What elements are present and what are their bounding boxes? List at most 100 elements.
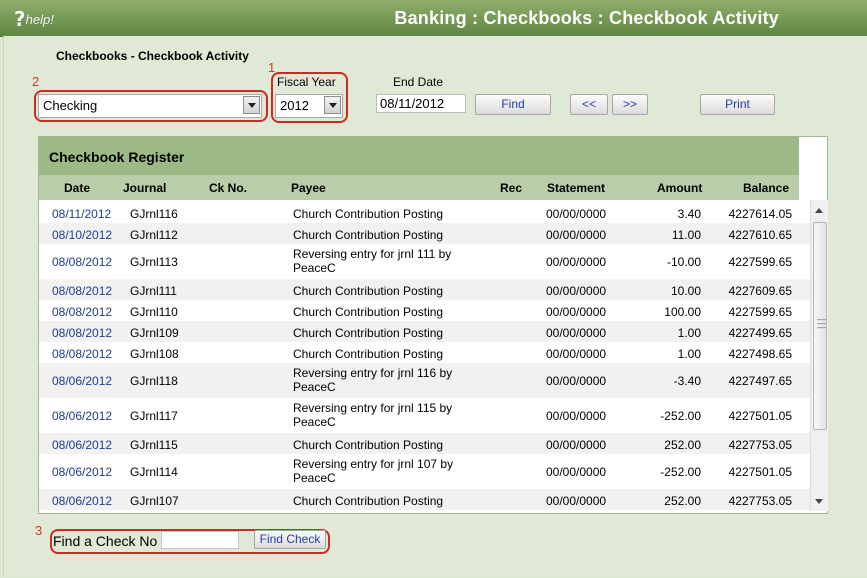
cell-payee: Church Contribution Posting (293, 326, 483, 340)
table-row[interactable]: 08/11/2012 GJrnl116 Church Contribution Po… (39, 202, 810, 223)
cell-balance: 4227501.05 (728, 409, 792, 423)
cell-date[interactable]: 08/06/2012 (52, 494, 112, 508)
cell-payee: Reversing entry for jrnl 111 by PeaceC (293, 247, 483, 275)
chevron-down-icon (248, 103, 256, 108)
cell-journal: GJrnl117 (130, 409, 178, 423)
checkbook-select[interactable]: Checking (38, 94, 262, 118)
table-row[interactable]: 08/08/2012 GJrnl111 Church Contribution Po… (39, 279, 810, 300)
column-balance[interactable]: Balance (743, 181, 789, 195)
cell-amount: 10.00 (670, 284, 701, 298)
scroll-thumb[interactable]: — — — (813, 222, 827, 430)
cell-statement: 00/00/0000 (546, 494, 607, 508)
cell-date[interactable]: 08/08/2012 (52, 255, 112, 269)
payee-line: Church Contribution Posting (293, 494, 444, 508)
cell-date[interactable]: 08/06/2012 (52, 374, 112, 388)
table-row[interactable]: 08/06/2012 GJrnl115 Church Contribution Po… (39, 433, 810, 454)
cell-balance: 4227610.65 (728, 228, 792, 242)
cell-journal: GJrnl114 (130, 465, 178, 479)
cell-balance: 4227609.65 (728, 284, 792, 298)
cell-journal: GJrnl112 (130, 228, 178, 242)
scroll-down-icon[interactable] (815, 499, 823, 504)
table-row[interactable]: 08/06/2012 GJrnl114 Reversing entry for jr… (39, 454, 810, 489)
cell-amount: 1.00 (677, 326, 701, 340)
table-row[interactable]: 08/06/2012 GJrnl107 Church Contribution Po… (39, 489, 810, 510)
cell-statement: 00/00/0000 (546, 465, 607, 479)
cell-balance: 4227497.65 (728, 374, 792, 388)
end-date-input[interactable]: 08/11/2012 (376, 94, 466, 113)
fiscal-year-label: Fiscal Year (277, 75, 336, 89)
table-row[interactable]: 08/08/2012 GJrnl110 Church Contribution Po… (39, 300, 810, 321)
scroll-up-icon[interactable] (815, 208, 823, 213)
payee-line: Church Contribution Posting (293, 228, 444, 242)
next-year-button[interactable]: >> (612, 94, 648, 115)
cell-date[interactable]: 08/08/2012 (52, 347, 112, 361)
cell-payee: Church Contribution Posting (293, 494, 483, 508)
cell-amount: -10.00 (666, 255, 701, 269)
cell-journal: GJrnl115 (130, 438, 178, 452)
cell-journal: GJrnl111 (130, 284, 177, 298)
cell-journal: GJrnl118 (130, 374, 178, 388)
payee-line: Reversing entry for jrnl 107 by (293, 457, 454, 471)
column-payee[interactable]: Payee (291, 181, 326, 195)
cell-payee: Reversing entry for jrnl 116 by PeaceC (293, 366, 483, 394)
cell-date[interactable]: 08/11/2012 (52, 207, 111, 221)
fiscal-year-dropdown-button[interactable] (324, 96, 341, 114)
cell-journal: GJrnl108 (130, 347, 179, 361)
register-scrollbar[interactable]: — — — (810, 200, 828, 511)
column-amount[interactable]: Amount (657, 181, 702, 195)
cell-journal: GJrnl116 (130, 207, 178, 221)
table-row[interactable]: 08/08/2012 GJrnl113 Reversing entry for jr… (39, 244, 810, 279)
cell-amount: 1.00 (677, 347, 701, 361)
payee-line: Church Contribution Posting (293, 347, 444, 361)
help-link[interactable]: ?help! (14, 7, 54, 31)
fiscal-year-value: 2012 (280, 98, 309, 113)
annotation-number-3: 3 (35, 523, 43, 538)
cell-journal: GJrnl107 (130, 494, 179, 508)
column-date[interactable]: Date (64, 181, 90, 195)
table-row[interactable]: 08/08/2012 GJrnl108 Church Contribution Po… (39, 342, 810, 363)
table-row[interactable]: 08/06/2012 GJrnl117 Reversing entry for jr… (39, 398, 810, 433)
column-rec[interactable]: Rec (500, 181, 522, 195)
find-button[interactable]: Find (475, 94, 551, 115)
help-label: help! (25, 12, 54, 27)
cell-date[interactable]: 08/06/2012 (52, 409, 112, 423)
column-journal[interactable]: Journal (123, 181, 166, 195)
cell-payee: Reversing entry for jrnl 115 by PeaceC (293, 401, 483, 429)
previous-year-button[interactable]: << (570, 94, 608, 115)
column-statement[interactable]: Statement (547, 181, 605, 195)
column-check-no[interactable]: Ck No. (209, 181, 247, 195)
cell-balance: 4227599.65 (728, 305, 792, 319)
cell-amount: -252.00 (660, 465, 701, 479)
checkbook-dropdown-button[interactable] (243, 96, 260, 114)
cell-payee: Reversing entry for jrnl 107 by PeaceC (293, 457, 483, 485)
cell-payee: Church Contribution Posting (293, 347, 483, 361)
checkbook-register: Checkbook Register Date Journal Ck No. P… (38, 136, 828, 514)
cell-journal: GJrnl113 (130, 255, 178, 269)
cell-amount: 100.00 (664, 305, 701, 319)
cell-statement: 00/00/0000 (546, 228, 607, 242)
cell-balance: 4227614.05 (728, 207, 792, 221)
table-row[interactable]: 08/10/2012 GJrnl112 Church Contribution Po… (39, 223, 810, 244)
register-title: Checkbook Register (49, 149, 185, 165)
help-icon: ? (14, 7, 26, 31)
find-check-button[interactable]: Find Check (254, 530, 326, 549)
cell-date[interactable]: 08/08/2012 (52, 305, 112, 319)
register-title-bar: Checkbook Register (39, 137, 799, 175)
payee-line: Church Contribution Posting (293, 284, 444, 298)
cell-statement: 00/00/0000 (546, 409, 607, 423)
fiscal-year-select[interactable]: 2012 (275, 94, 343, 118)
cell-date[interactable]: 08/10/2012 (52, 228, 112, 242)
print-button[interactable]: Print (700, 94, 775, 115)
check-number-input[interactable] (161, 531, 239, 549)
cell-date[interactable]: 08/08/2012 (52, 326, 112, 340)
cell-date[interactable]: 08/06/2012 (52, 438, 112, 452)
cell-statement: 00/00/0000 (546, 207, 607, 221)
payee-line: Reversing entry for jrnl 111 by (293, 247, 452, 261)
cell-date[interactable]: 08/08/2012 (52, 284, 112, 298)
table-row[interactable]: 08/08/2012 GJrnl109 Church Contribution Po… (39, 321, 810, 342)
cell-amount: -3.40 (673, 374, 701, 388)
cell-date[interactable]: 08/06/2012 (52, 465, 112, 479)
end-date-label: End Date (393, 75, 444, 89)
table-row[interactable]: 08/06/2012 GJrnl118 Reversing entry for jr… (39, 363, 810, 398)
payee-line: Church Contribution Posting (293, 438, 444, 452)
